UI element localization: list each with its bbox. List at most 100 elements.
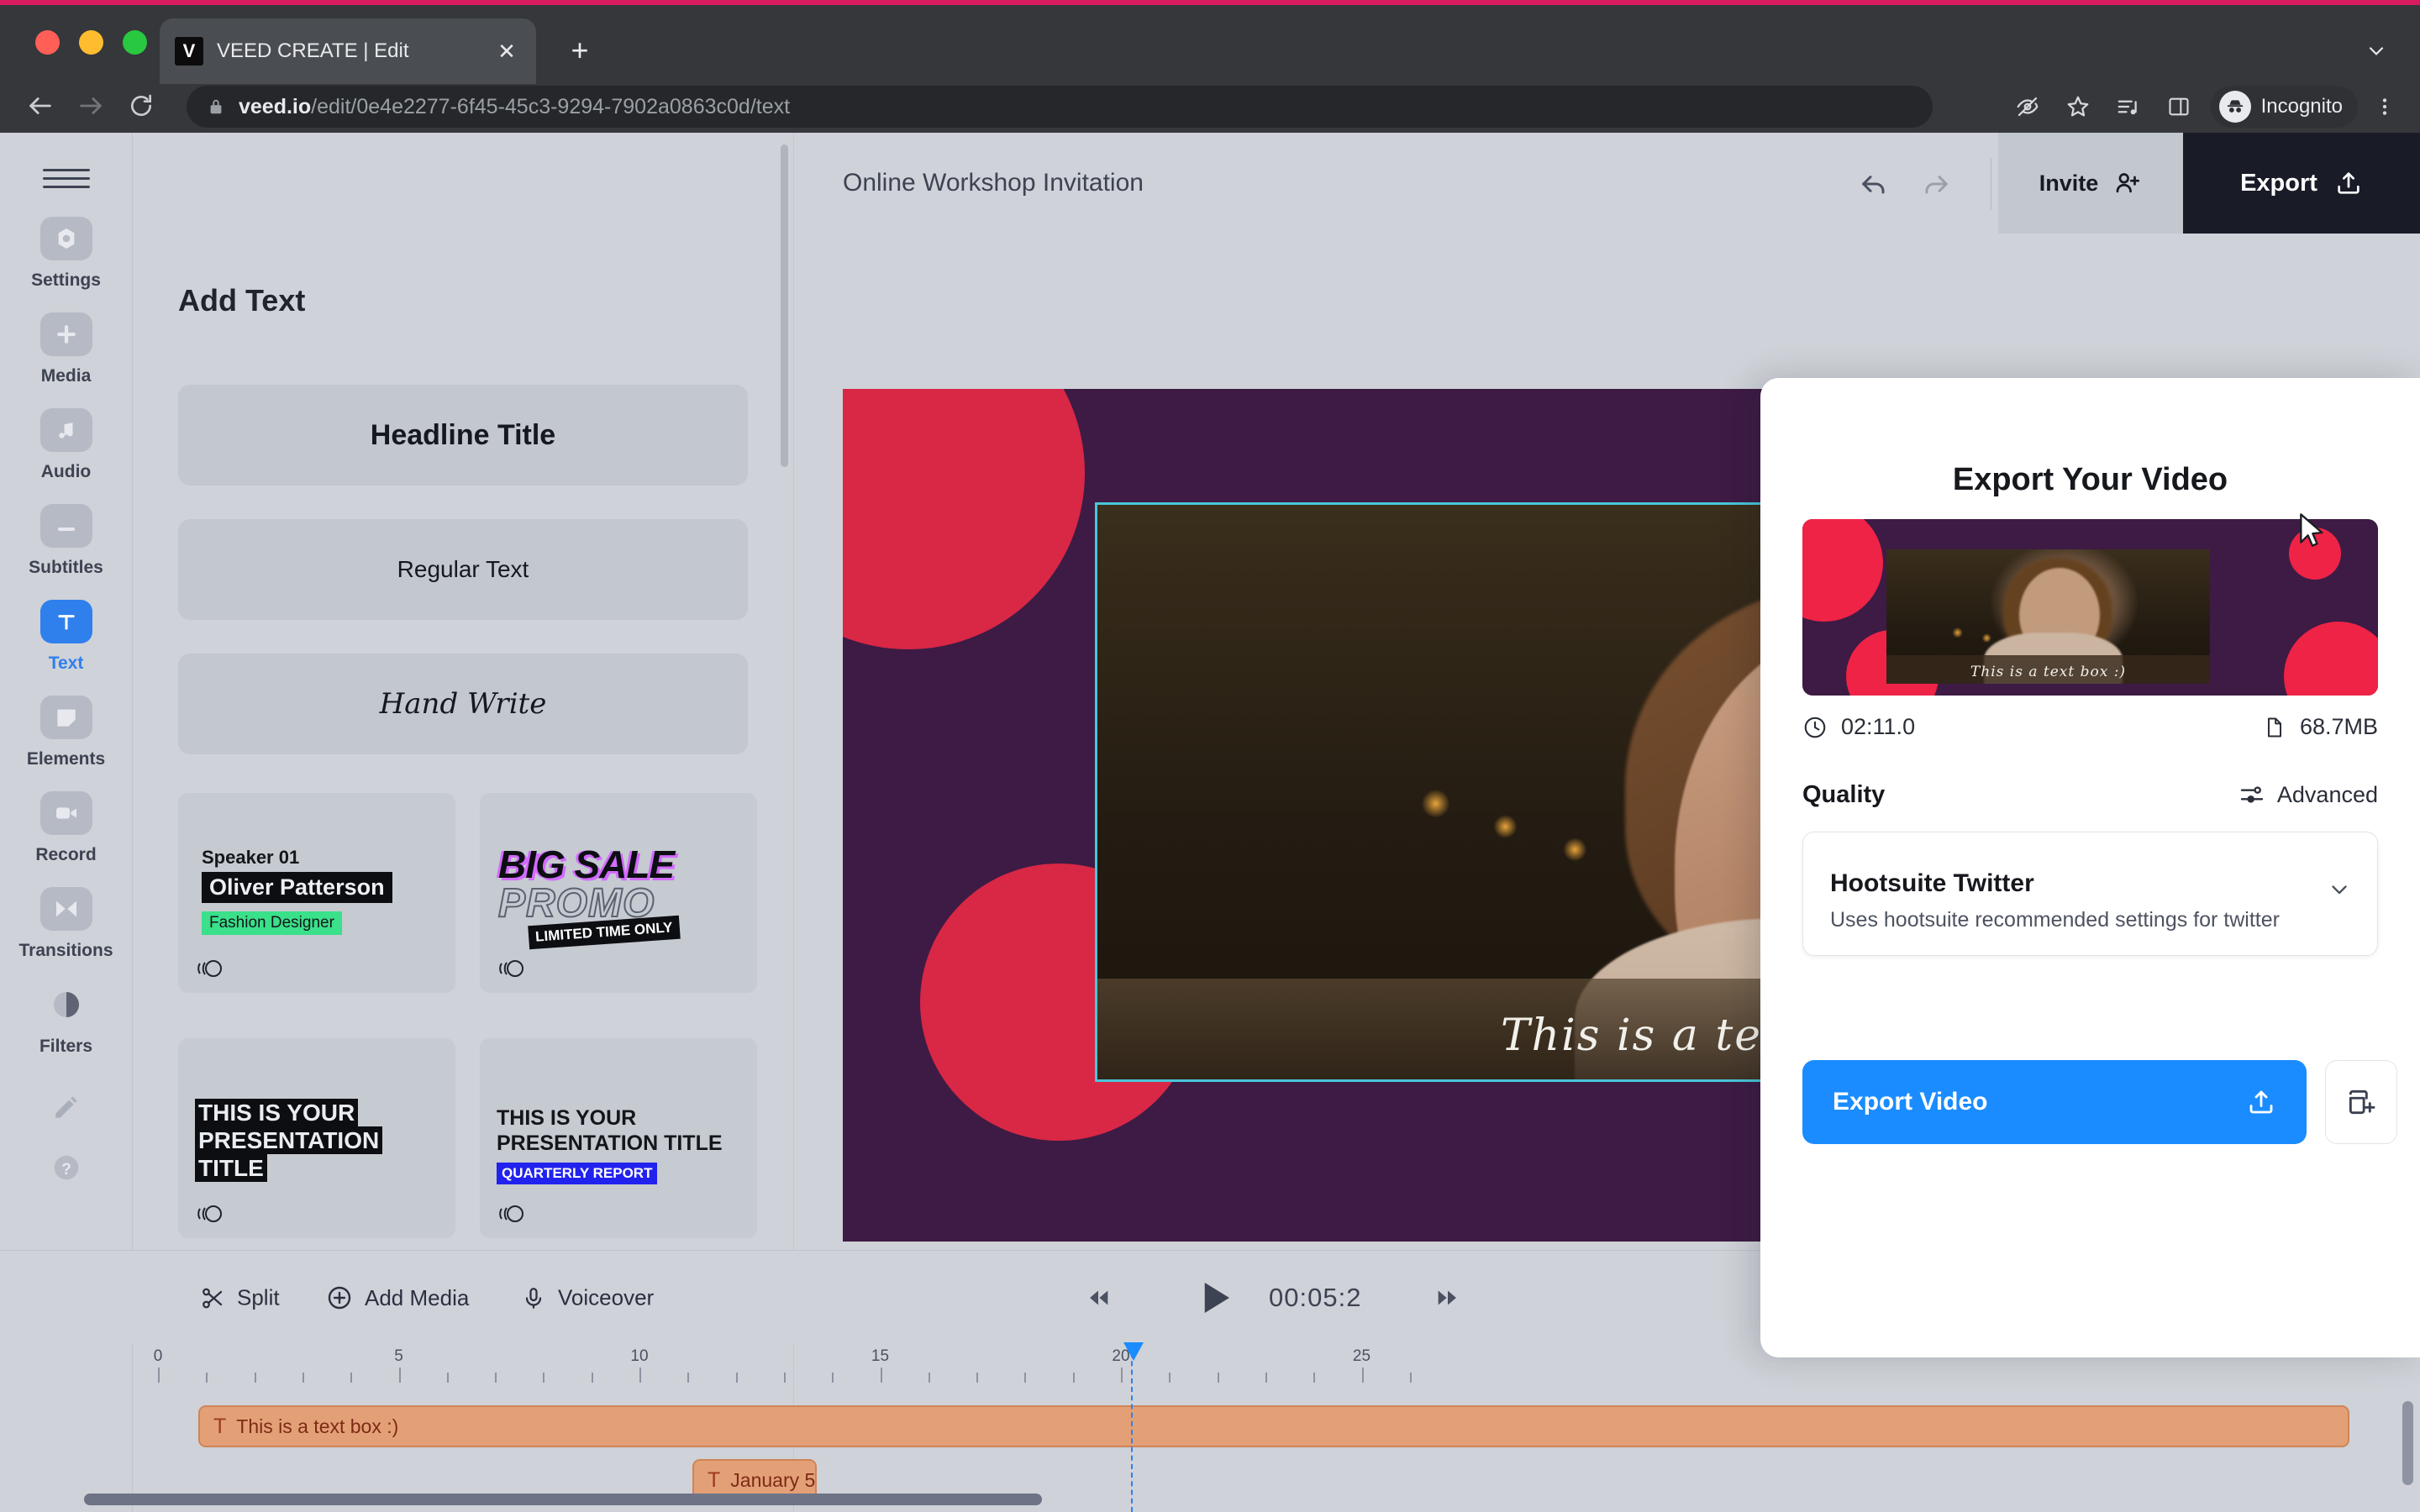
ruler-label: 5 (394, 1347, 403, 1365)
rail-item-media[interactable]: Media (0, 312, 133, 386)
ruler-tick (1217, 1373, 1219, 1383)
rail-item-transitions[interactable]: Transitions (0, 887, 133, 961)
invite-button[interactable]: Invite (1998, 133, 2183, 234)
invite-label: Invite (2039, 170, 2099, 196)
maximize-window-button[interactable] (123, 30, 147, 55)
ruler-tick (1265, 1373, 1267, 1383)
rail-item-record[interactable]: Record (0, 791, 133, 865)
redo-icon[interactable] (1911, 163, 1960, 205)
url-path: /edit/0e4e2277-6f45-45c3-9294-7902a0863c… (311, 94, 791, 118)
text-preset-regular-text[interactable]: Regular Text (178, 519, 748, 620)
timeline-playhead[interactable] (1123, 1342, 1144, 1512)
ruler-label: 15 (871, 1347, 890, 1365)
pencil-icon[interactable] (40, 1085, 92, 1129)
timeline-vscrollbar-thumb[interactable] (2402, 1401, 2413, 1485)
text-template-presentation-title-boxed[interactable]: THIS IS YOUR PRESENTATION TITLE (178, 1038, 455, 1238)
export-duration-value: 02:11.0 (1841, 714, 1916, 739)
tab-favicon: V (175, 37, 203, 66)
help-question-icon[interactable]: ? (40, 1146, 92, 1189)
export-filesize-value: 68.7MB (2299, 714, 2378, 739)
template-title: THIS IS YOUR PRESENTATION TITLE (195, 1099, 383, 1183)
ruler-tick (783, 1373, 786, 1383)
panel-scrollbar-thumb[interactable] (781, 144, 788, 467)
project-title[interactable]: Online Workshop Invitation (843, 169, 1144, 197)
chevron-down-icon[interactable] (2327, 876, 2352, 901)
ruler-tick (591, 1373, 593, 1383)
template-line-1: THIS IS YOUR (497, 1106, 637, 1130)
media-playlist-icon[interactable] (2105, 84, 2152, 129)
export-video-button[interactable]: Export Video (1802, 1060, 2307, 1144)
text-preset-headline-title[interactable]: Headline Title (178, 385, 748, 486)
ruler-tick (880, 1368, 882, 1383)
ruler-tick (1072, 1373, 1075, 1383)
rail-item-settings[interactable]: Settings (0, 217, 133, 291)
quality-preset-select[interactable]: Hootsuite Twitter Uses hootsuite recomme… (1802, 832, 2378, 956)
template-name: Oliver Patterson (202, 872, 392, 903)
close-icon[interactable]: ✕ (492, 37, 521, 66)
export-panel-title: Export Your Video (1952, 462, 2228, 497)
export-button[interactable]: Export (2183, 133, 2420, 234)
undo-icon[interactable] (1850, 163, 1899, 205)
star-icon[interactable] (2054, 84, 2102, 129)
preview-shape-circle-left (1802, 519, 1883, 622)
add-media-button[interactable]: Add Media (326, 1284, 469, 1311)
template-line-2: PRESENTATION TITLE (497, 1131, 723, 1155)
clip-label: This is a text box :) (236, 1415, 399, 1437)
save-as-template-button[interactable] (2325, 1060, 2397, 1144)
rail-item-audio[interactable]: Audio (0, 408, 133, 482)
text-template-big-sale-promo[interactable]: BIG SALE PROMO LIMITED TIME ONLY (480, 793, 757, 993)
animation-icon (493, 1201, 527, 1228)
chevron-down-icon[interactable] (2354, 29, 2398, 72)
skip-forward-icon[interactable] (1434, 1284, 1462, 1312)
add-template-icon (2345, 1086, 2377, 1118)
export-video-preview: This is a text box :) (1802, 519, 2378, 696)
rail-item-elements[interactable]: Elements (0, 696, 133, 769)
lock-icon (207, 97, 225, 116)
animation-icon (192, 1201, 225, 1228)
text-template-speaker-card[interactable]: Speaker 01 Oliver Patterson Fashion Desi… (178, 793, 455, 993)
split-label: Split (237, 1284, 280, 1310)
new-tab-button[interactable]: + (558, 29, 602, 72)
ruler-tick (735, 1373, 738, 1383)
quality-preset-description: Uses hootsuite recommended settings for … (1830, 908, 2280, 932)
animation-icon (192, 956, 225, 983)
timeline-hscrollbar-thumb[interactable] (84, 1494, 1042, 1505)
three-dot-menu-icon[interactable] (2361, 84, 2408, 129)
voiceover-button[interactable]: Voiceover (521, 1285, 654, 1311)
hamburger-menu-icon[interactable] (42, 161, 90, 195)
rail-item-filters[interactable]: Filters (0, 983, 133, 1057)
template-line-3: TITLE (195, 1154, 267, 1183)
side-panel-icon[interactable] (2155, 84, 2202, 129)
ruler-tick (1121, 1368, 1123, 1383)
split-button[interactable]: Split (200, 1285, 280, 1311)
advanced-label: Advanced (2276, 781, 2378, 807)
music-note-icon (39, 408, 92, 452)
play-icon[interactable] (1192, 1275, 1237, 1320)
text-t-icon: T (213, 1414, 227, 1438)
minimize-window-button[interactable] (79, 30, 103, 55)
text-preset-hand-write[interactable]: Hand Write (178, 654, 748, 754)
back-arrow-icon[interactable] (15, 81, 66, 131)
plus-circle-icon (326, 1284, 353, 1311)
ruler-tick (495, 1373, 497, 1383)
sliders-icon (2238, 781, 2265, 808)
skip-back-icon[interactable] (1084, 1284, 1113, 1312)
close-window-button[interactable] (35, 30, 60, 55)
eye-off-icon[interactable] (2004, 84, 2051, 129)
text-template-presentation-title-quarterly[interactable]: THIS IS YOUR PRESENTATION TITLE QUARTERL… (480, 1038, 757, 1238)
subtitles-icon (39, 504, 92, 548)
preview-caption-text: This is a text box :) (1970, 664, 2127, 680)
profile-chip[interactable]: Incognito (2210, 86, 2358, 128)
advanced-settings-button[interactable]: Advanced (2238, 781, 2378, 808)
ruler-tick (446, 1373, 449, 1383)
address-bar[interactable]: veed.io/edit/0e4e2277-6f45-45c3-9294-790… (187, 86, 1933, 128)
browser-tab[interactable]: V VEED CREATE | Edit ✕ (160, 18, 536, 84)
upload-icon (2246, 1087, 2276, 1117)
timeline-clip[interactable]: T This is a text box :) (198, 1405, 2349, 1447)
rail-label: Record (35, 845, 97, 864)
transitions-icon (39, 887, 92, 931)
reload-icon[interactable] (116, 81, 166, 131)
rail-item-subtitles[interactable]: Subtitles (0, 504, 133, 578)
rail-item-text[interactable]: Text (0, 600, 133, 674)
ruler-tick (976, 1373, 979, 1383)
